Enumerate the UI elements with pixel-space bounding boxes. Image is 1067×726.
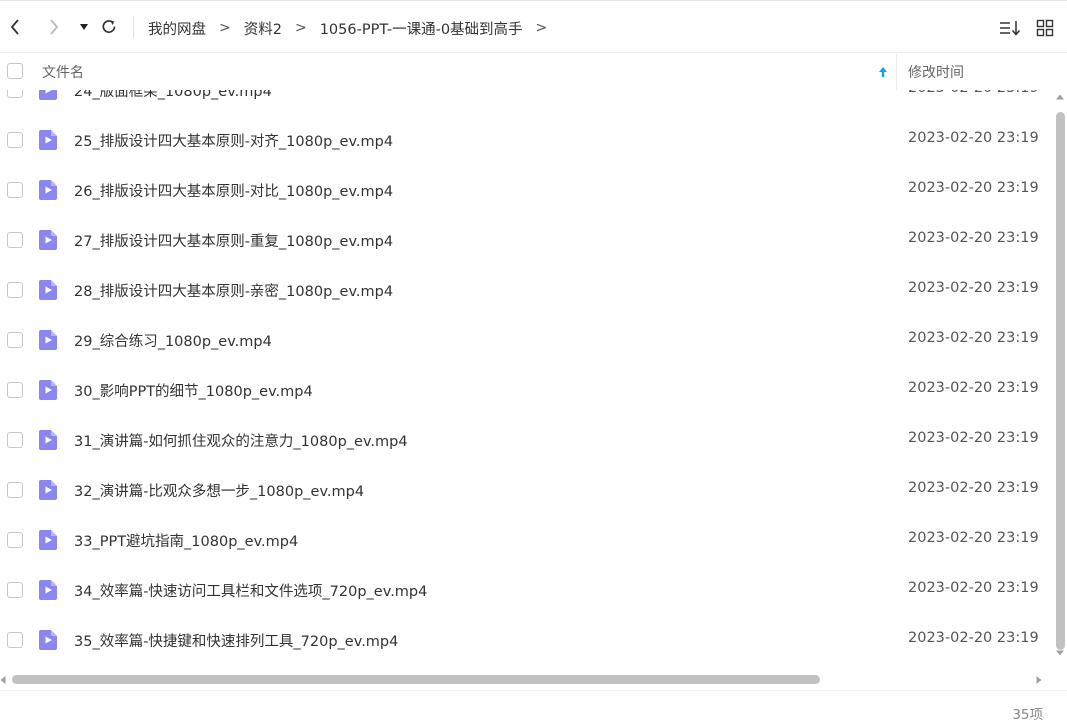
history-dropdown-button[interactable] [73,15,95,39]
caret-down-icon [80,24,88,30]
sort-list-icon [1000,21,1021,36]
row-checkbox[interactable] [7,532,23,548]
status-bar: 35项 [0,690,1067,726]
breadcrumb-expand-button[interactable]: > [536,20,548,36]
file-modified-time: 2023-02-20 23:19 [908,330,1039,346]
scroll-left-arrow-icon[interactable] [0,676,6,684]
file-modified-time: 2023-02-20 23:19 [908,280,1039,296]
video-file-icon [39,480,57,500]
chevron-right-icon [50,19,59,35]
horizontal-scrollbar[interactable] [0,672,1053,688]
file-modified-time: 2023-02-20 23:19 [908,580,1039,596]
chevron-left-icon [10,19,19,35]
file-name[interactable]: 35_效率篇-快捷键和快速排列工具_720p_ev.mp4 [74,630,398,651]
sort-ascending-icon[interactable] [876,63,890,81]
file-modified-time: 2023-02-20 23:19 [908,130,1039,146]
video-file-icon [39,330,57,350]
file-row[interactable]: 33_PPT避坑指南_1080p_ev.mp4 2023-02-20 23:19 [0,516,1053,566]
row-checkbox[interactable] [7,282,23,298]
file-row[interactable]: 29_综合练习_1080p_ev.mp4 2023-02-20 23:19 [0,316,1053,366]
video-file-icon [39,230,57,250]
file-name[interactable]: 29_综合练习_1080p_ev.mp4 [74,330,272,351]
file-name[interactable]: 24_版面框架_1080p_ev.mp4 [74,90,272,101]
file-modified-time: 2023-02-20 23:19 [908,430,1039,446]
row-checkbox[interactable] [7,90,23,98]
forward-button[interactable] [43,15,65,39]
file-row[interactable]: 25_排版设计四大基本原则-对齐_1080p_ev.mp4 2023-02-20 … [0,116,1053,166]
row-checkbox[interactable] [7,132,23,148]
file-row[interactable]: 31_演讲篇-如何抓住观众的注意力_1080p_ev.mp4 2023-02-20… [0,416,1053,466]
file-name[interactable]: 34_效率篇-快速访问工具栏和文件选项_720p_ev.mp4 [74,580,427,601]
column-header: 文件名 修改时间 [0,54,1067,90]
file-row[interactable]: 27_排版设计四大基本原则-重复_1080p_ev.mp4 2023-02-20 … [0,216,1053,266]
file-name[interactable]: 25_排版设计四大基本原则-对齐_1080p_ev.mp4 [74,130,393,151]
grid-view-button[interactable] [1034,17,1056,39]
file-modified-time: 2023-02-20 23:19 [908,180,1039,196]
file-row[interactable]: 28_排版设计四大基本原则-亲密_1080p_ev.mp4 2023-02-20 … [0,266,1053,316]
horizontal-scrollbar-thumb[interactable] [12,675,820,684]
file-row[interactable]: 35_效率篇-快捷键和快速排列工具_720p_ev.mp4 2023-02-20 … [0,616,1053,666]
row-checkbox[interactable] [7,432,23,448]
file-name[interactable]: 30_影响PPT的细节_1080p_ev.mp4 [74,380,313,401]
select-all-checkbox[interactable] [7,63,23,79]
video-file-icon [39,380,57,400]
file-name[interactable]: 32_演讲篇-比观众多想一步_1080p_ev.mp4 [74,480,364,501]
file-modified-time: 2023-02-20 23:19 [908,480,1039,496]
row-checkbox[interactable] [7,182,23,198]
breadcrumb-separator: > [294,20,307,36]
file-row[interactable]: 30_影响PPT的细节_1080p_ev.mp4 2023-02-20 23:19 [0,366,1053,416]
file-modified-time: 2023-02-20 23:19 [908,380,1039,396]
file-modified-time: 2023-02-20 23:19 [908,230,1039,246]
vertical-scrollbar[interactable] [1053,90,1067,670]
breadcrumb-item-current[interactable]: 1056-PPT-一课通-0基础到高手 [320,18,523,39]
file-name[interactable]: 28_排版设计四大基本原则-亲密_1080p_ev.mp4 [74,280,393,301]
scroll-up-arrow-icon[interactable] [1056,94,1064,100]
file-row[interactable]: 24_版面框架_1080p_ev.mp4 2023-02-20 23:19 [0,90,1053,116]
row-checkbox[interactable] [7,582,23,598]
toolbar-divider [133,16,134,38]
file-list: 24_版面框架_1080p_ev.mp42023-02-20 23:1925_排… [0,90,1053,670]
column-modified-header[interactable]: 修改时间 [908,62,964,82]
breadcrumb-item-my-drive[interactable]: 我的网盘 [148,18,206,39]
refresh-button[interactable] [98,15,120,39]
scroll-right-arrow-icon[interactable] [1036,676,1042,684]
breadcrumb-separator: > [219,20,231,36]
file-row[interactable]: 32_演讲篇-比观众多想一步_1080p_ev.mp4 2023-02-20 23… [0,466,1053,516]
file-modified-time: 2023-02-20 23:19 [908,630,1039,646]
file-name[interactable]: 31_演讲篇-如何抓住观众的注意力_1080p_ev.mp4 [74,430,408,451]
video-file-icon [39,180,57,200]
video-file-icon [39,430,57,450]
file-row[interactable]: 34_效率篇-快速访问工具栏和文件选项_720p_ev.mp4 2023-02-2… [0,566,1053,616]
sort-options-button[interactable] [999,17,1021,39]
file-modified-time: 2023-02-20 23:19 [908,530,1039,546]
breadcrumb: 我的网盘 > 资料2 > 1056-PPT-一课通-0基础到高手 > [148,18,560,38]
video-file-icon [39,90,57,100]
video-file-icon [39,130,57,150]
column-divider[interactable] [896,54,897,90]
row-checkbox[interactable] [7,482,23,498]
file-row[interactable]: 26_排版设计四大基本原则-对比_1080p_ev.mp4 2023-02-20 … [0,166,1053,216]
vertical-scrollbar-thumb[interactable] [1056,112,1065,650]
row-checkbox[interactable] [7,632,23,648]
breadcrumb-item-folder[interactable]: 资料2 [244,18,282,39]
column-name-header[interactable]: 文件名 [42,62,84,82]
video-file-icon [39,580,57,600]
video-file-icon [39,630,57,650]
file-name[interactable]: 27_排版设计四大基本原则-重复_1080p_ev.mp4 [74,230,393,251]
video-file-icon [39,530,57,550]
video-file-icon [39,280,57,300]
refresh-icon [102,20,116,33]
file-name[interactable]: 33_PPT避坑指南_1080p_ev.mp4 [74,530,298,551]
back-button[interactable] [4,15,26,39]
file-list-rows: 24_版面框架_1080p_ev.mp42023-02-20 23:1925_排… [0,90,1053,666]
grid-view-icon [1036,19,1054,37]
file-name[interactable]: 26_排版设计四大基本原则-对比_1080p_ev.mp4 [74,180,393,201]
file-modified-time: 2023-02-20 23:19 [908,90,1039,96]
row-checkbox[interactable] [7,332,23,348]
item-count: 35项 [1012,707,1043,723]
scroll-down-arrow-icon[interactable] [1056,650,1064,656]
toolbar: 我的网盘 > 资料2 > 1056-PPT-一课通-0基础到高手 > [0,3,1067,53]
row-checkbox[interactable] [7,382,23,398]
row-checkbox[interactable] [7,232,23,248]
